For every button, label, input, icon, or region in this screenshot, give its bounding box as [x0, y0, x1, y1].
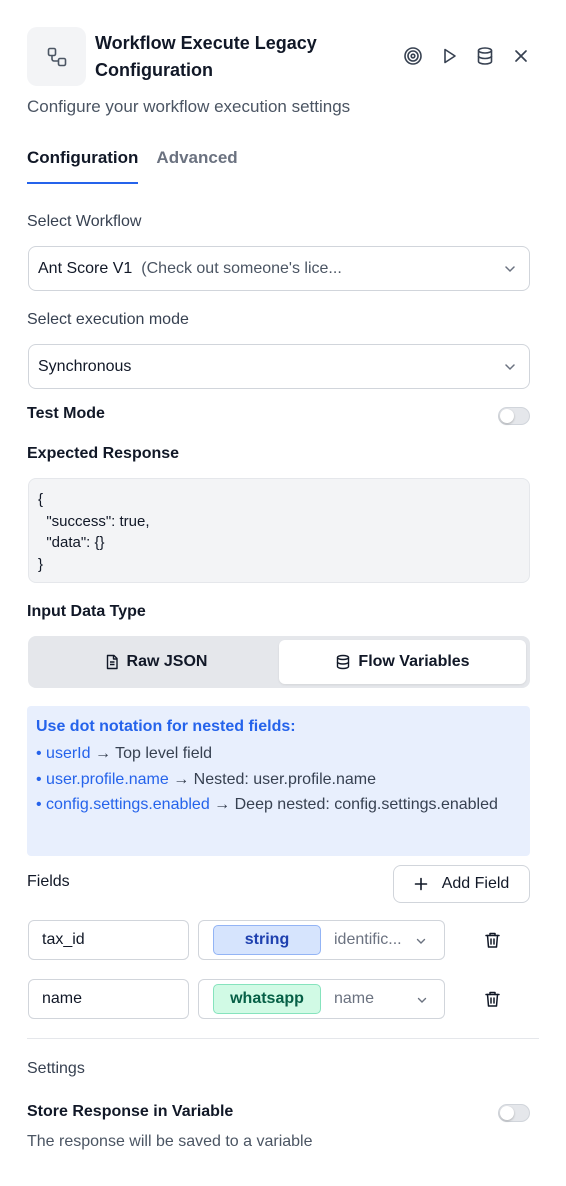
file-text-icon — [106, 654, 118, 670]
trash-icon — [484, 991, 500, 1007]
database-icon[interactable] — [467, 43, 503, 69]
play-icon[interactable] — [431, 43, 467, 69]
close-icon[interactable] — [503, 43, 539, 69]
fields-label: Fields — [27, 873, 70, 890]
header-actions — [395, 43, 539, 69]
raw-json-label: Raw JSON — [126, 653, 208, 670]
workflow-selected-name: Ant Score V1 — [38, 259, 133, 277]
tab-configuration[interactable]: Configuration — [27, 148, 139, 184]
flow-variables-label: Flow Variables — [358, 653, 470, 670]
execution-mode-select[interactable]: Synchronous — [28, 344, 530, 389]
toggle-knob — [500, 409, 514, 423]
section-divider — [27, 1038, 539, 1039]
tab-advanced[interactable]: Advanced — [156, 148, 237, 184]
dot-notation-info: Use dot notation for nested fields: • us… — [27, 706, 530, 856]
expected-response-editor[interactable]: { "success": true, "data": {} } — [28, 478, 530, 583]
workflow-node-icon — [27, 27, 86, 86]
workflow-select[interactable]: Ant Score V1 (Check out someone's lice..… — [28, 246, 530, 291]
field-name-input[interactable]: tax_id — [28, 920, 189, 960]
field-name-input[interactable]: name — [28, 979, 189, 1019]
page-title: Workflow Execute Legacy Configuration — [95, 33, 317, 80]
type-badge-whatsapp[interactable]: whatsapp — [213, 984, 321, 1014]
field-type-select[interactable]: whatsapp name — [198, 979, 445, 1019]
settings-label: Settings — [27, 1060, 85, 1077]
info-item: • userId → Top level field — [36, 745, 213, 762]
delete-field-button[interactable] — [482, 989, 502, 1009]
trash-icon — [484, 932, 500, 948]
field-value: name — [334, 990, 375, 1007]
info-item: • config.settings.enabled → Deep nested:… — [36, 796, 498, 813]
workflow-selected-desc: (Check out someone's lice... — [141, 259, 342, 277]
test-mode-toggle[interactable] — [498, 407, 530, 425]
expected-response-label: Expected Response — [27, 445, 180, 462]
input-data-type-toggle: Raw JSON Flow Variables — [28, 636, 530, 688]
select-workflow-label: Select Workflow — [27, 213, 142, 230]
add-field-button[interactable]: Add Field — [393, 865, 530, 903]
type-badge-string[interactable]: string — [213, 925, 321, 955]
flow-variables-option[interactable]: Flow Variables — [279, 640, 526, 684]
page-subtitle: Configure your workflow execution settin… — [27, 97, 351, 116]
field-type-select[interactable]: string identific... — [198, 920, 445, 960]
tab-bar: Configuration Advanced — [27, 148, 256, 184]
add-field-label: Add Field — [441, 875, 510, 892]
delete-field-button[interactable] — [482, 930, 502, 950]
info-item: • user.profile.name → Nested: user.profi… — [36, 770, 376, 788]
plus-icon — [414, 877, 428, 891]
store-response-label: Store Response in Variable — [27, 1103, 234, 1120]
target-icon[interactable] — [395, 43, 431, 69]
field-value: identific... — [334, 931, 402, 948]
store-response-toggle[interactable] — [498, 1104, 530, 1122]
chevron-down-icon — [416, 938, 426, 944]
chevron-down-icon — [417, 997, 427, 1003]
database-icon — [337, 654, 350, 670]
execution-mode-label: Select execution mode — [27, 311, 189, 328]
test-mode-label: Test Mode — [27, 405, 105, 422]
info-heading: Use dot notation for nested fields: — [36, 718, 296, 735]
execution-mode-value: Synchronous — [38, 357, 132, 375]
store-response-description: The response will be saved to a variable — [27, 1133, 313, 1150]
chevron-down-icon — [505, 266, 515, 273]
toggle-knob — [500, 1106, 514, 1120]
input-data-type-label: Input Data Type — [27, 603, 146, 620]
raw-json-option[interactable]: Raw JSON — [32, 640, 279, 684]
chevron-down-icon — [505, 364, 515, 371]
panel-header: Workflow Execute Legacy Configuration — [27, 27, 539, 87]
workflow-config-panel: Workflow Execute Legacy Configuration Co… — [0, 0, 566, 1186]
